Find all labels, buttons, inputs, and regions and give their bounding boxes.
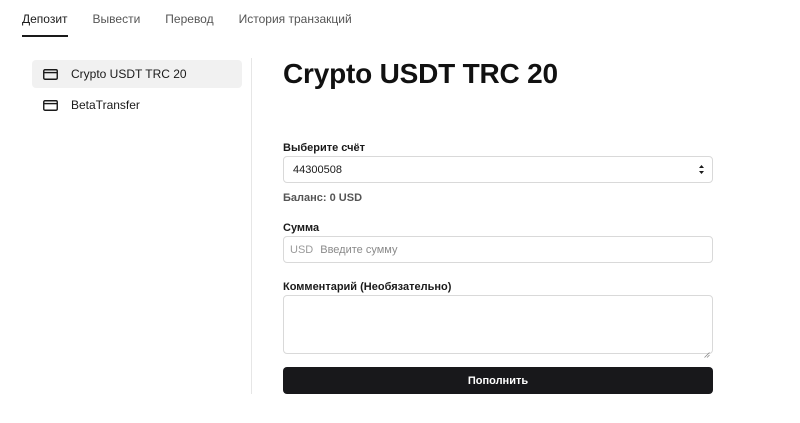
- comment-label: Комментарий (Необязательно): [283, 281, 452, 293]
- deposit-page: Депозит Вывести Перевод История транзакц…: [0, 0, 800, 423]
- card-icon: [43, 99, 59, 111]
- main-panel: Crypto USDT TRC 20: [283, 56, 713, 92]
- tab-transfer[interactable]: Перевод: [165, 12, 213, 37]
- amount-field[interactable]: USD: [283, 236, 713, 263]
- tab-deposit[interactable]: Депозит: [22, 12, 68, 37]
- deposit-submit-button[interactable]: Пополнить: [283, 367, 713, 394]
- resize-grip-icon[interactable]: [704, 345, 710, 358]
- account-select-label: Выберите счёт: [283, 142, 366, 154]
- sidebar-item-betatransfer[interactable]: BetaTransfer: [32, 91, 242, 119]
- sidebar-item-crypto-usdt[interactable]: Crypto USDT TRC 20: [32, 60, 242, 88]
- tab-bar: Депозит Вывести Перевод История транзакц…: [22, 12, 377, 37]
- sidebar-divider: [251, 58, 252, 394]
- comment-textarea[interactable]: [283, 295, 713, 358]
- card-icon: [43, 68, 59, 80]
- page-title: Crypto USDT TRC 20: [283, 58, 558, 89]
- currency-prefix: USD: [290, 243, 314, 256]
- payment-method-sidebar: Crypto USDT TRC 20 BetaTransfer: [32, 60, 242, 122]
- balance-text: Баланс: 0 USD: [283, 192, 363, 204]
- select-arrows-icon: [698, 163, 705, 176]
- amount-input[interactable]: [320, 243, 691, 256]
- sidebar-item-label: BetaTransfer: [71, 98, 140, 112]
- tab-withdraw[interactable]: Вывести: [93, 12, 141, 37]
- amount-label: Сумма: [283, 222, 320, 234]
- sidebar-item-label: Crypto USDT TRC 20: [71, 67, 187, 81]
- tab-transaction-history[interactable]: История транзакций: [239, 12, 352, 37]
- account-select-value: 44300508: [293, 163, 342, 176]
- account-select[interactable]: 44300508: [283, 156, 713, 183]
